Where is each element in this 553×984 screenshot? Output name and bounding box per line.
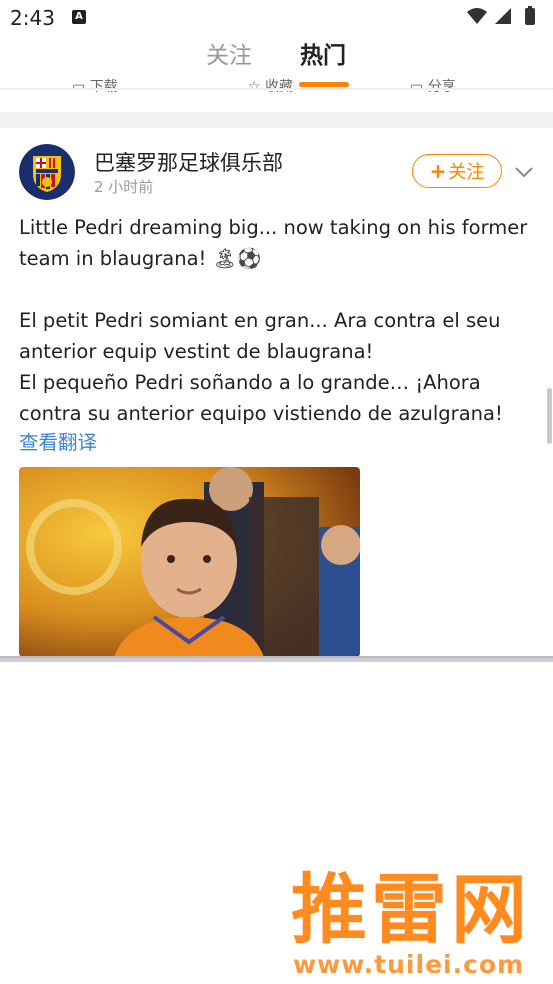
tab-follow[interactable]: 关注: [206, 36, 252, 70]
follow-button[interactable]: + 关注: [412, 154, 502, 188]
status-icons: [465, 6, 545, 32]
download-action[interactable]: ▭ 下载: [72, 76, 118, 96]
watermark-logo: 推雷网 www.tuilei.com: [283, 864, 553, 984]
wifi-signal-battery-icon: [467, 6, 535, 25]
plus-icon: +: [429, 159, 447, 183]
favorite-action[interactable]: ☆ 收藏: [248, 76, 293, 96]
status-time: 2:43: [10, 6, 55, 30]
avatar[interactable]: [19, 144, 75, 200]
fcb-crest-icon: [19, 144, 75, 200]
follow-button-label: 关注: [448, 162, 485, 183]
share-action[interactable]: ▭ 分享: [410, 76, 456, 96]
post-body: Little Pedri dreaming big... now taking …: [19, 212, 534, 429]
post-text-catalan: El petit Pedri somiant en gran... Ara co…: [19, 309, 501, 363]
share-icon: ▭: [410, 79, 428, 95]
status-bar: 2:43 A: [0, 0, 553, 34]
post-text-spanish: El pequeño Pedri soñando a lo grande… ¡A…: [19, 371, 503, 425]
watermark-brand: 推雷网: [291, 865, 531, 954]
post-timestamp: 2 小时前: [94, 178, 154, 196]
download-icon: ▭: [72, 79, 90, 95]
render-glitch: [0, 656, 553, 662]
post-image[interactable]: [19, 467, 360, 657]
view-translation-link[interactable]: 查看翻译: [19, 426, 97, 455]
chevron-down-icon[interactable]: [514, 162, 534, 182]
notification-icon: A: [72, 10, 86, 24]
scrollbar[interactable]: [547, 388, 552, 444]
header-shadow: [0, 88, 553, 91]
tab-hot[interactable]: 热门: [300, 36, 346, 70]
feed-divider: [0, 112, 553, 128]
post-author-name[interactable]: 巴塞罗那足球俱乐部: [94, 147, 283, 177]
star-icon: ☆: [248, 79, 266, 95]
post-photo-image: [19, 467, 360, 657]
previous-post-action-bar: ▭ 下载 ☆ 收藏 ▭ 分享: [0, 76, 553, 98]
watermark-url: www.tuilei.com: [293, 950, 525, 979]
post-text-english: Little Pedri dreaming big... now taking …: [19, 216, 528, 270]
